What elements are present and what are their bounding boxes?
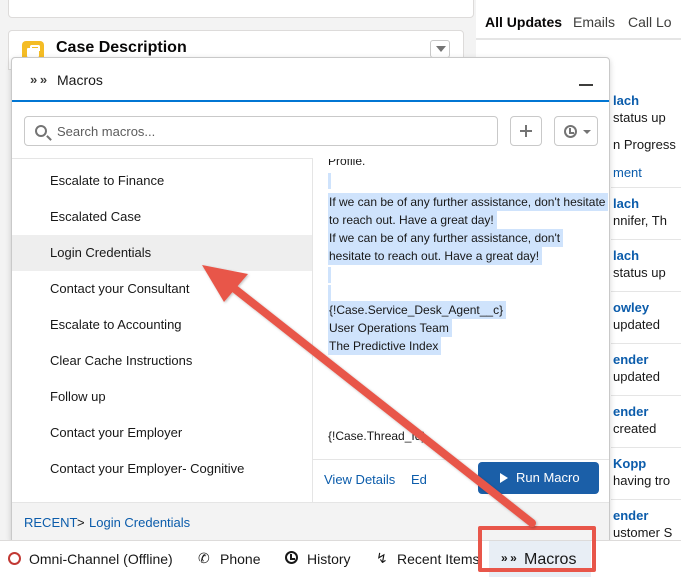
feed-author[interactable]: ender bbox=[613, 404, 648, 419]
feed-author[interactable]: ender bbox=[613, 352, 648, 367]
feed-author[interactable]: lach bbox=[613, 196, 639, 211]
top-card bbox=[8, 0, 474, 18]
minimize-icon[interactable] bbox=[579, 84, 593, 86]
feed-text: updated bbox=[613, 317, 660, 332]
utility-label: Recent Items bbox=[397, 551, 480, 567]
feed-divider bbox=[611, 239, 681, 240]
utility-history[interactable]: History bbox=[285, 541, 355, 585]
feed-comment-link[interactable]: ment bbox=[613, 165, 642, 180]
preview-text: hesitate to reach out. Have a great day! bbox=[328, 247, 543, 265]
preview-highlight bbox=[328, 173, 331, 189]
preview-highlight bbox=[328, 285, 331, 301]
feed-divider bbox=[611, 447, 681, 448]
play-icon bbox=[500, 473, 508, 483]
feed-text: n Progress bbox=[613, 137, 676, 152]
macro-item[interactable]: Follow up bbox=[12, 379, 312, 415]
preview-text: The Predictive Index bbox=[328, 337, 442, 355]
feed-divider bbox=[611, 187, 681, 188]
utility-omni-channel[interactable]: Omni-Channel (Offline) bbox=[8, 541, 188, 585]
preview-highlight bbox=[328, 267, 331, 283]
chevron-down-icon bbox=[583, 130, 591, 134]
feed-divider bbox=[611, 499, 681, 500]
feed-text: status up bbox=[613, 110, 666, 125]
macro-item-selected[interactable]: Login Credentials bbox=[12, 235, 312, 271]
preview-text: If we can be of any further assistance, … bbox=[328, 193, 609, 211]
macro-actions: View Details Ed Run Macro bbox=[313, 459, 609, 502]
macro-item[interactable]: Escalated Case bbox=[12, 199, 312, 235]
feed-tabs: All Updates Emails Call Lo bbox=[476, 0, 681, 40]
edit-link[interactable]: Ed bbox=[411, 472, 427, 487]
phone-icon: ✆ bbox=[198, 550, 210, 566]
utility-label: Phone bbox=[220, 551, 261, 567]
macro-list: Escalate to Finance Escalated Case Login… bbox=[12, 158, 312, 502]
preview-text: {!Case.Service_Desk_Agent__c} bbox=[328, 301, 507, 319]
feed-divider bbox=[611, 291, 681, 292]
utility-label: History bbox=[307, 551, 351, 567]
recent-macro-link[interactable]: Login Credentials bbox=[89, 515, 190, 530]
breadcrumb-separator: > bbox=[77, 515, 85, 530]
macro-item[interactable]: Contact your Employer bbox=[12, 415, 312, 451]
macro-preview: Profile. If we can be of any further ass… bbox=[313, 159, 609, 459]
feed-author[interactable]: ender bbox=[613, 508, 648, 523]
history-icon bbox=[285, 551, 298, 564]
preview-text: If we can be of any further assistance, … bbox=[328, 229, 564, 247]
utility-phone[interactable]: ✆ Phone bbox=[198, 541, 268, 585]
feed-text: status up bbox=[613, 265, 666, 280]
lightning-icon: ↯ bbox=[376, 550, 388, 566]
feed-author[interactable]: owley bbox=[613, 300, 649, 315]
preview-text: to reach out. Have a great day! bbox=[328, 211, 497, 229]
feed-text: nnifer, Th bbox=[613, 213, 667, 228]
feed-author[interactable]: Kopp bbox=[613, 456, 646, 471]
macro-item[interactable]: Escalate to Finance bbox=[12, 163, 312, 199]
utility-recent-items[interactable]: ↯ Recent Items bbox=[376, 541, 481, 585]
recent-link[interactable]: RECENT bbox=[24, 515, 77, 530]
add-macro-button[interactable] bbox=[510, 116, 542, 146]
recent-macros-button[interactable] bbox=[554, 116, 598, 146]
preview-text: User Operations Team bbox=[328, 319, 452, 337]
run-macro-button[interactable]: Run Macro bbox=[478, 462, 599, 494]
macros-panel: » » Macros Escalate to Finance Escalated… bbox=[11, 57, 610, 541]
case-card-menu-button[interactable] bbox=[430, 40, 450, 58]
clock-icon bbox=[564, 125, 577, 138]
run-macro-label: Run Macro bbox=[516, 470, 580, 485]
offline-status-icon bbox=[8, 552, 21, 565]
search-input[interactable] bbox=[57, 117, 487, 145]
feed-text: created bbox=[613, 421, 657, 436]
search-icon bbox=[35, 125, 47, 137]
macro-item[interactable]: Clear Cache Instructions bbox=[12, 343, 312, 379]
feed-author[interactable]: lach bbox=[613, 248, 639, 263]
feed-text: updated bbox=[613, 369, 660, 384]
macro-item[interactable]: Escalate to Accounting bbox=[12, 307, 312, 343]
feed-author[interactable]: lach bbox=[613, 93, 639, 108]
macro-search-box bbox=[24, 116, 498, 146]
macros-chevron-icon: » » bbox=[30, 72, 49, 87]
view-details-link[interactable]: View Details bbox=[324, 472, 395, 487]
feed-text: having tro bbox=[613, 473, 671, 488]
macros-title: Macros bbox=[57, 72, 103, 88]
case-card-title: Case Description bbox=[56, 39, 187, 56]
utility-label: Omni-Channel (Offline) bbox=[29, 551, 173, 567]
tab-emails[interactable]: Emails bbox=[573, 14, 615, 30]
tab-all-updates[interactable]: All Updates bbox=[485, 14, 562, 30]
macro-item[interactable]: Contact your Employer- Cognitive bbox=[12, 451, 312, 487]
feed-divider bbox=[611, 343, 681, 344]
feed-divider bbox=[611, 395, 681, 396]
macro-item[interactable]: Contact your Consultant bbox=[12, 271, 312, 307]
macros-header: » » Macros bbox=[12, 58, 609, 102]
tab-call-log[interactable]: Call Lo bbox=[628, 14, 672, 30]
preview-text: {!Case.Thread_Id} bbox=[328, 429, 426, 443]
feed-text: ustomer S bbox=[613, 525, 673, 540]
annotation-highlight-box bbox=[478, 526, 596, 572]
preview-text: Profile. bbox=[328, 159, 366, 168]
